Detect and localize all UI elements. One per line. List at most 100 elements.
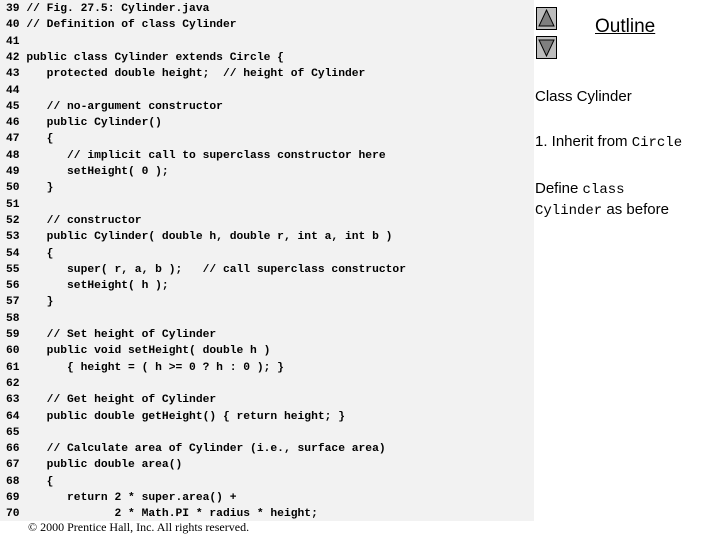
code-line: 66 // Calculate area of Cylinder (i.e., … xyxy=(6,441,386,457)
code-text: // Set height of Cylinder xyxy=(26,329,217,341)
code-line: 55 super( r, a, b ); // call superclass … xyxy=(6,262,406,278)
code-text: super( r, a, b ); // call superclass con… xyxy=(26,263,406,276)
code-line: 51 xyxy=(6,197,26,213)
code-line: 52 // constructor xyxy=(6,213,142,229)
triangle-up-icon xyxy=(538,8,555,27)
line-number: 48 xyxy=(6,149,20,162)
code-line: 40 // Definition of class Cylinder xyxy=(6,17,237,33)
code-text: // Calculate area of Cylinder (i.e., sur… xyxy=(26,443,386,456)
class-heading: Class Cylinder xyxy=(535,88,632,105)
code-text: public Cylinder( double h, double r, int… xyxy=(26,231,393,244)
line-number: 50 xyxy=(6,182,20,195)
line-number: 69 xyxy=(6,492,20,504)
code-text: setHeight( h ); xyxy=(26,280,169,293)
code-text: { xyxy=(26,247,54,260)
line-number: 54 xyxy=(6,247,20,260)
line-number: 40 xyxy=(6,19,20,32)
triangle-down-icon xyxy=(538,39,555,58)
code-line: 67 public double area() xyxy=(6,457,182,473)
code-line: 46 public Cylinder() xyxy=(6,115,162,131)
line-number: 41 xyxy=(6,35,20,48)
code-text: public Cylinder() xyxy=(26,117,162,130)
code-line: 48 // implicit call to superclass constr… xyxy=(6,148,386,164)
line-number: 65 xyxy=(6,426,20,439)
line-number: 67 xyxy=(6,459,20,472)
code-line: 49 setHeight( 0 ); xyxy=(6,164,169,180)
define-code-class: class xyxy=(582,182,625,198)
code-text: // constructor xyxy=(26,214,142,227)
code-text: public class Cylinder extends Circle { xyxy=(26,51,284,64)
define-code-cylinder: Cylinder xyxy=(535,203,603,219)
code-line: 45 // no-argument constructor xyxy=(6,99,223,115)
line-number: 66 xyxy=(6,443,20,456)
code-text: // Fig. 27.5: Cylinder.java xyxy=(26,3,210,15)
line-number: 53 xyxy=(6,231,20,244)
line-number: 39 xyxy=(6,3,20,15)
code-line: 69 return 2 * super.area() + xyxy=(6,490,237,506)
code-line: 59 // Set height of Cylinder xyxy=(6,327,216,343)
code-line: 54 { xyxy=(6,246,53,262)
code-line: 44 xyxy=(6,83,26,99)
code-line: 64 public double getHeight() { return he… xyxy=(6,409,345,425)
code-text: setHeight( 0 ); xyxy=(26,166,169,178)
define-note: Define class Cylinder as before xyxy=(535,179,669,221)
define-prefix: Define xyxy=(535,180,583,197)
code-text: { xyxy=(26,133,54,146)
code-line: 50 } xyxy=(6,180,53,196)
line-number: 57 xyxy=(6,296,20,309)
code-text: // Get height of Cylinder xyxy=(26,394,217,407)
line-number: 55 xyxy=(6,263,20,276)
code-text: public double area() xyxy=(26,459,183,472)
code-line: 53 public Cylinder( double h, double r, … xyxy=(6,229,392,245)
line-number: 51 xyxy=(6,198,20,211)
code-text: } xyxy=(26,182,54,195)
line-number: 43 xyxy=(6,68,20,81)
next-slide-button[interactable] xyxy=(536,36,557,59)
code-text: // Definition of class Cylinder xyxy=(26,19,237,32)
line-number: 45 xyxy=(6,100,20,113)
inherit-prefix: 1. Inherit from xyxy=(535,133,632,150)
line-number: 61 xyxy=(6,361,20,374)
code-line: 39 // Fig. 27.5: Cylinder.java xyxy=(6,1,209,17)
code-text: // no-argument constructor xyxy=(26,100,223,113)
code-text: public void setHeight( double h ) xyxy=(26,345,271,358)
line-number: 47 xyxy=(6,133,20,146)
line-number: 52 xyxy=(6,214,20,227)
code-line: 41 xyxy=(6,34,26,50)
code-text: { xyxy=(26,475,54,488)
code-line: 57 } xyxy=(6,294,53,310)
code-text: } xyxy=(26,296,54,309)
line-number: 46 xyxy=(6,117,20,130)
code-text: public double getHeight() { return heigh… xyxy=(26,410,345,423)
code-line: 60 public void setHeight( double h ) xyxy=(6,343,270,359)
line-number: 44 xyxy=(6,84,20,97)
code-line: 43 protected double height; // height of… xyxy=(6,66,365,82)
code-line: 70 2 * Math.PI * radius * height; xyxy=(6,506,318,521)
code-text: return 2 * super.area() + xyxy=(26,492,237,504)
code-line: 58 xyxy=(6,311,26,327)
line-number: 70 xyxy=(6,508,20,521)
code-text: 2 * Math.PI * radius * height; xyxy=(26,508,318,521)
line-number: 59 xyxy=(6,329,20,341)
code-text: { height = ( h >= 0 ? h : 0 ); } xyxy=(26,361,284,374)
inherit-code: Circle xyxy=(631,135,683,151)
line-number: 49 xyxy=(6,166,20,178)
outline-title[interactable]: Outline xyxy=(595,16,655,38)
code-line: 68 { xyxy=(6,474,53,490)
code-text: // implicit call to superclass construct… xyxy=(26,149,386,162)
code-line: 63 // Get height of Cylinder xyxy=(6,392,216,408)
line-number: 62 xyxy=(6,377,20,390)
code-line: 61 { height = ( h >= 0 ? h : 0 ); } xyxy=(6,360,284,376)
line-number: 42 xyxy=(6,51,20,64)
inherit-note: 1. Inherit from Circle xyxy=(535,132,682,153)
previous-slide-button[interactable] xyxy=(536,7,557,30)
line-number: 58 xyxy=(6,312,20,325)
code-line: 42 public class Cylinder extends Circle … xyxy=(6,50,284,66)
line-number: 60 xyxy=(6,345,20,358)
code-text: protected double height; // height of Cy… xyxy=(26,68,366,81)
code-line: 56 setHeight( h ); xyxy=(6,278,169,294)
code-listing: 39 // Fig. 27.5: Cylinder.java 40 // Defi… xyxy=(0,0,534,521)
line-number: 64 xyxy=(6,410,20,423)
line-number: 63 xyxy=(6,394,20,407)
line-number: 68 xyxy=(6,475,20,488)
